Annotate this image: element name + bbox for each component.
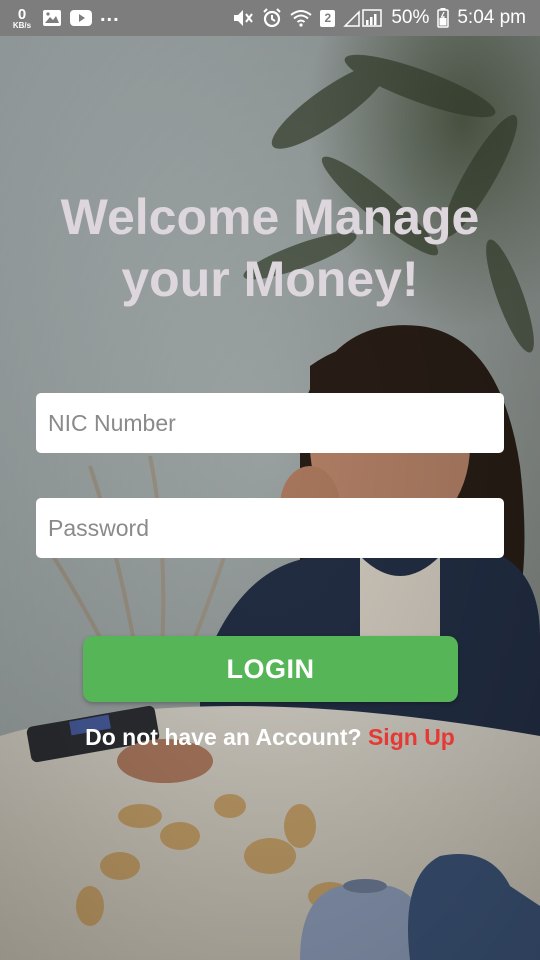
nic-number-input[interactable] (36, 393, 504, 453)
page-title-line-1: Welcome Manage (60, 189, 480, 245)
signup-link[interactable]: Sign Up (368, 724, 455, 750)
notification-overflow: ... (100, 3, 120, 26)
page-title-line-2: your Money! (121, 251, 419, 307)
youtube-icon (70, 10, 92, 26)
alarm-icon (262, 8, 282, 28)
battery-icon (437, 8, 450, 28)
sim-badge: 2 (320, 9, 336, 27)
status-bar: 0 KB/s ... 2 50% 5:04 pm (0, 0, 540, 36)
network-speed: 0 KB/s (10, 7, 34, 30)
gallery-icon (42, 9, 62, 27)
mute-icon (232, 8, 254, 28)
status-bar-right: 2 50% 5:04 pm (232, 7, 526, 29)
login-button[interactable]: LOGIN (83, 636, 458, 702)
wifi-icon (290, 9, 312, 27)
no-account-text: Do not have an Account? (85, 724, 362, 750)
page-title: Welcome Manage your Money! (0, 186, 540, 310)
status-bar-left: 0 KB/s ... (10, 3, 120, 30)
battery-percent: 50% (391, 7, 430, 28)
network-speed-unit: KB/s (12, 20, 32, 30)
signal-icon (343, 8, 383, 28)
signup-prompt: Do not have an Account? Sign Up (0, 724, 540, 751)
password-input[interactable] (36, 498, 504, 558)
clock-time: 5:04 pm (457, 7, 526, 28)
network-speed-value: 0 (17, 5, 27, 23)
